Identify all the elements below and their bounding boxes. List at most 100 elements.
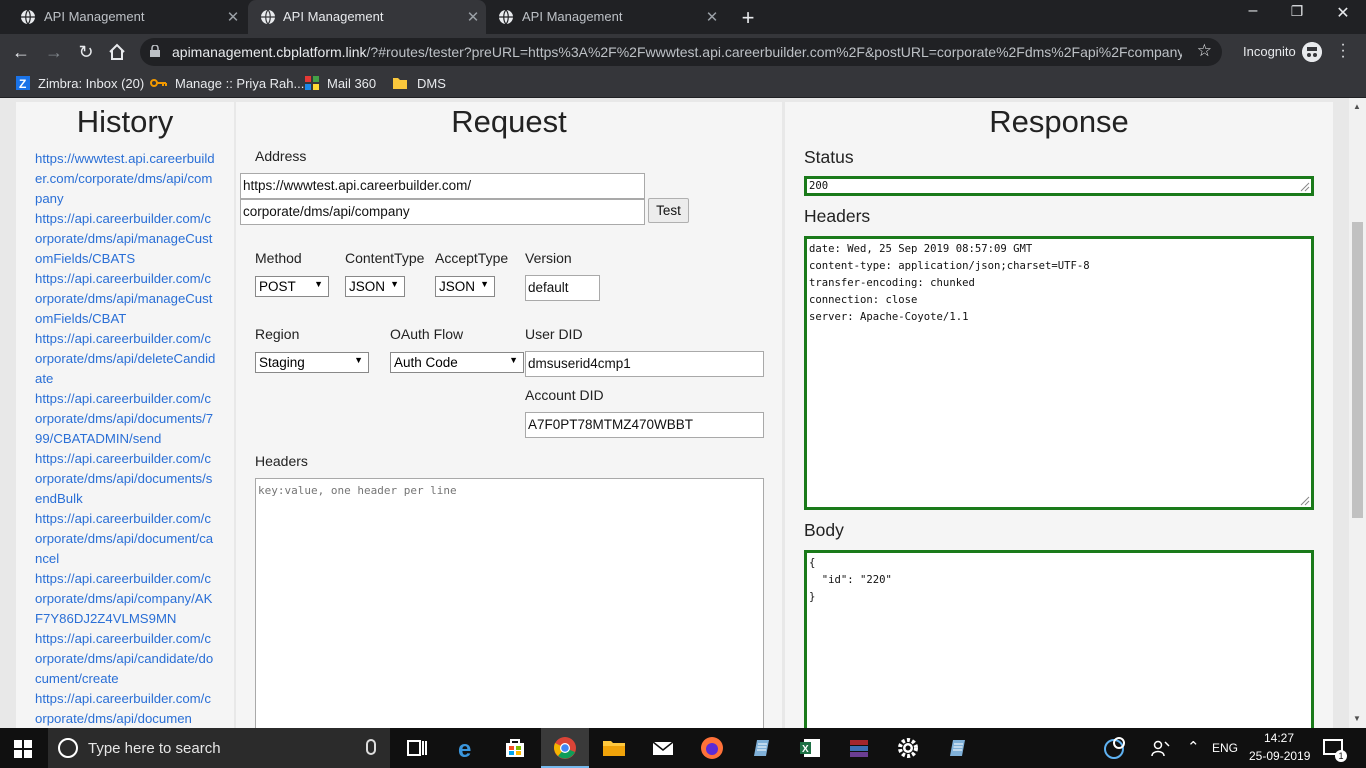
excel-icon[interactable]: X (798, 736, 822, 760)
history-link[interactable]: https://api.careerbuilder.com/corporate/… (35, 449, 217, 509)
file-explorer-icon[interactable] (602, 736, 626, 760)
dropdown-arrow-icon: ▼ (314, 279, 323, 289)
minimize-icon[interactable]: – (1243, 2, 1263, 20)
close-window-icon[interactable]: ✕ (1333, 3, 1353, 23)
test-button[interactable]: Test (648, 198, 689, 223)
url-text[interactable]: apimanagement.cbplatform.link/?#routes/t… (172, 44, 1182, 60)
globe-icon (261, 9, 275, 25)
resize-grip-icon[interactable] (1300, 496, 1310, 506)
firefox-icon[interactable] (700, 736, 724, 760)
version-input[interactable]: default (525, 275, 600, 301)
home-icon[interactable] (108, 43, 126, 61)
task-view-icon[interactable] (405, 736, 429, 760)
notepad-icon[interactable] (749, 736, 773, 760)
clock-date[interactable]: 25-09-2019 (1249, 749, 1310, 763)
menu-dots-icon[interactable]: · · · (1336, 37, 1350, 65)
close-icon[interactable]: ✕ (705, 8, 719, 26)
method-select[interactable]: POST ▼ (255, 276, 329, 297)
response-panel: Response Status 200 Headers date: Wed, 2… (785, 102, 1333, 728)
oauth-label: OAuth Flow (390, 326, 464, 342)
address-bar[interactable]: apimanagement.cbplatform.link/?#routes/t… (140, 38, 1222, 66)
dropdown-arrow-icon: ▼ (390, 279, 399, 289)
bookmark-star-icon[interactable]: ☆ (1197, 41, 1212, 61)
notepad-icon[interactable] (945, 736, 969, 760)
tab-title: API Management (44, 9, 145, 24)
taskbar-search-placeholder: Type here to search (88, 740, 221, 757)
scroll-down-arrow-icon[interactable]: ▼ (1353, 714, 1361, 723)
close-icon[interactable]: ✕ (466, 8, 480, 26)
restore-icon[interactable]: ❐ (1287, 3, 1307, 20)
history-link[interactable]: https://api.careerbuilder.com/corporate/… (35, 509, 217, 569)
forward-arrow-icon[interactable]: → (42, 40, 66, 64)
bookmark-dms[interactable]: DMS (393, 76, 446, 91)
address-base-input[interactable]: https://wwwtest.api.careerbuilder.com/ (240, 173, 645, 199)
status-value: 200 (809, 180, 829, 192)
bookmark-label: Zimbra: Inbox (20) (38, 76, 145, 91)
taskbar-search-box[interactable]: Type here to search (48, 728, 390, 768)
globe-icon (499, 9, 513, 25)
resize-grip-icon[interactable] (1300, 182, 1310, 192)
incognito-icon[interactable] (1302, 42, 1322, 62)
region-label: Region (255, 326, 300, 342)
language-indicator[interactable]: ENG (1212, 741, 1238, 755)
network-globe-icon[interactable] (1103, 736, 1127, 760)
chrome-icon[interactable] (553, 736, 577, 760)
oauth-select[interactable]: Auth Code ▼ (390, 352, 524, 373)
store-icon[interactable] (503, 736, 527, 760)
page-scrollbar[interactable]: ▲ ▼ (1349, 98, 1366, 728)
scroll-up-arrow-icon[interactable]: ▲ (1353, 102, 1361, 111)
tab-3[interactable]: API Management ✕ (487, 0, 725, 34)
close-icon[interactable]: ✕ (226, 8, 240, 26)
history-link[interactable]: https://api.careerbuilder.com/corporate/… (35, 329, 217, 389)
bookmark-label: DMS (417, 76, 446, 91)
history-link[interactable]: https://api.careerbuilder.com/corporate/… (35, 569, 217, 629)
history-link[interactable]: https://api.careerbuilder.com/corporate/… (35, 629, 217, 689)
scrollbar-thumb[interactable] (1352, 222, 1363, 518)
dropdown-arrow-icon: ▼ (480, 279, 489, 289)
region-select[interactable]: Staging ▼ (255, 352, 369, 373)
incognito-label: Incognito (1243, 44, 1296, 59)
tab-2[interactable]: API Management ✕ (248, 0, 486, 34)
new-tab-plus-icon[interactable]: + (738, 5, 758, 31)
contenttype-label: ContentType (345, 250, 425, 266)
history-link[interactable]: https://wwwtest.api.careerbuilder.com/co… (35, 149, 217, 209)
bookmark-mail360[interactable]: Mail 360 (305, 76, 376, 91)
settings-gear-icon[interactable] (896, 736, 920, 760)
bookmarks-bar: Z Zimbra: Inbox (20) Manage :: Priya Rah.… (0, 70, 1366, 98)
mail-icon[interactable] (651, 736, 675, 760)
method-value: POST (259, 279, 296, 294)
browser-tab-bar: API Management ✕ API Management ✕ API Ma… (0, 0, 1366, 34)
history-link[interactable]: https://api.careerbuilder.com/corporate/… (35, 209, 217, 269)
userdid-label: User DID (525, 326, 583, 342)
tab-1[interactable]: API Management ✕ (0, 0, 246, 34)
windows-start-icon[interactable] (14, 740, 32, 758)
response-body-textarea[interactable]: { "id": "220" } (804, 550, 1314, 728)
history-link[interactable]: https://api.careerbuilder.com/corporate/… (35, 389, 217, 449)
bookmark-zimbra[interactable]: Z Zimbra: Inbox (20) (16, 76, 144, 91)
address-path-input[interactable]: corporate/dms/api/company (240, 199, 645, 225)
oauth-value: Auth Code (394, 355, 458, 370)
history-link[interactable]: https://api.careerbuilder.com/corporate/… (35, 689, 217, 728)
tray-chevron-up-icon[interactable]: ⌃ (1187, 738, 1200, 756)
winrar-icon[interactable] (847, 736, 871, 760)
request-headers-textarea[interactable]: key:value, one header per line (255, 478, 764, 728)
url-path: /?#routes/tester?preURL=https%3A%2F%2Fww… (366, 44, 1182, 60)
svg-text:X: X (802, 744, 809, 755)
back-arrow-icon[interactable]: ← (9, 40, 33, 64)
response-headers-textarea[interactable]: date: Wed, 25 Sep 2019 08:57:09 GMT cont… (804, 236, 1314, 510)
history-link[interactable]: https://api.careerbuilder.com/corporate/… (35, 269, 217, 329)
method-label: Method (255, 250, 302, 266)
history-title: History (76, 104, 174, 139)
contenttype-select[interactable]: JSON ▼ (345, 276, 405, 297)
accepttype-select[interactable]: JSON ▼ (435, 276, 495, 297)
people-icon[interactable] (1149, 736, 1173, 760)
bookmark-manage[interactable]: Manage :: Priya Rah... (150, 76, 304, 91)
tab-title: API Management (522, 9, 623, 24)
userdid-input[interactable]: dmsuserid4cmp1 (525, 351, 764, 377)
clock-time[interactable]: 14:27 (1264, 731, 1294, 745)
edge-icon[interactable]: e (456, 736, 480, 760)
status-textarea[interactable]: 200 (804, 176, 1314, 196)
accountdid-input[interactable]: A7F0PT78MTMZ470WBBT (525, 412, 764, 438)
reload-icon[interactable]: ↻ (74, 40, 98, 64)
microphone-icon[interactable] (366, 739, 376, 755)
